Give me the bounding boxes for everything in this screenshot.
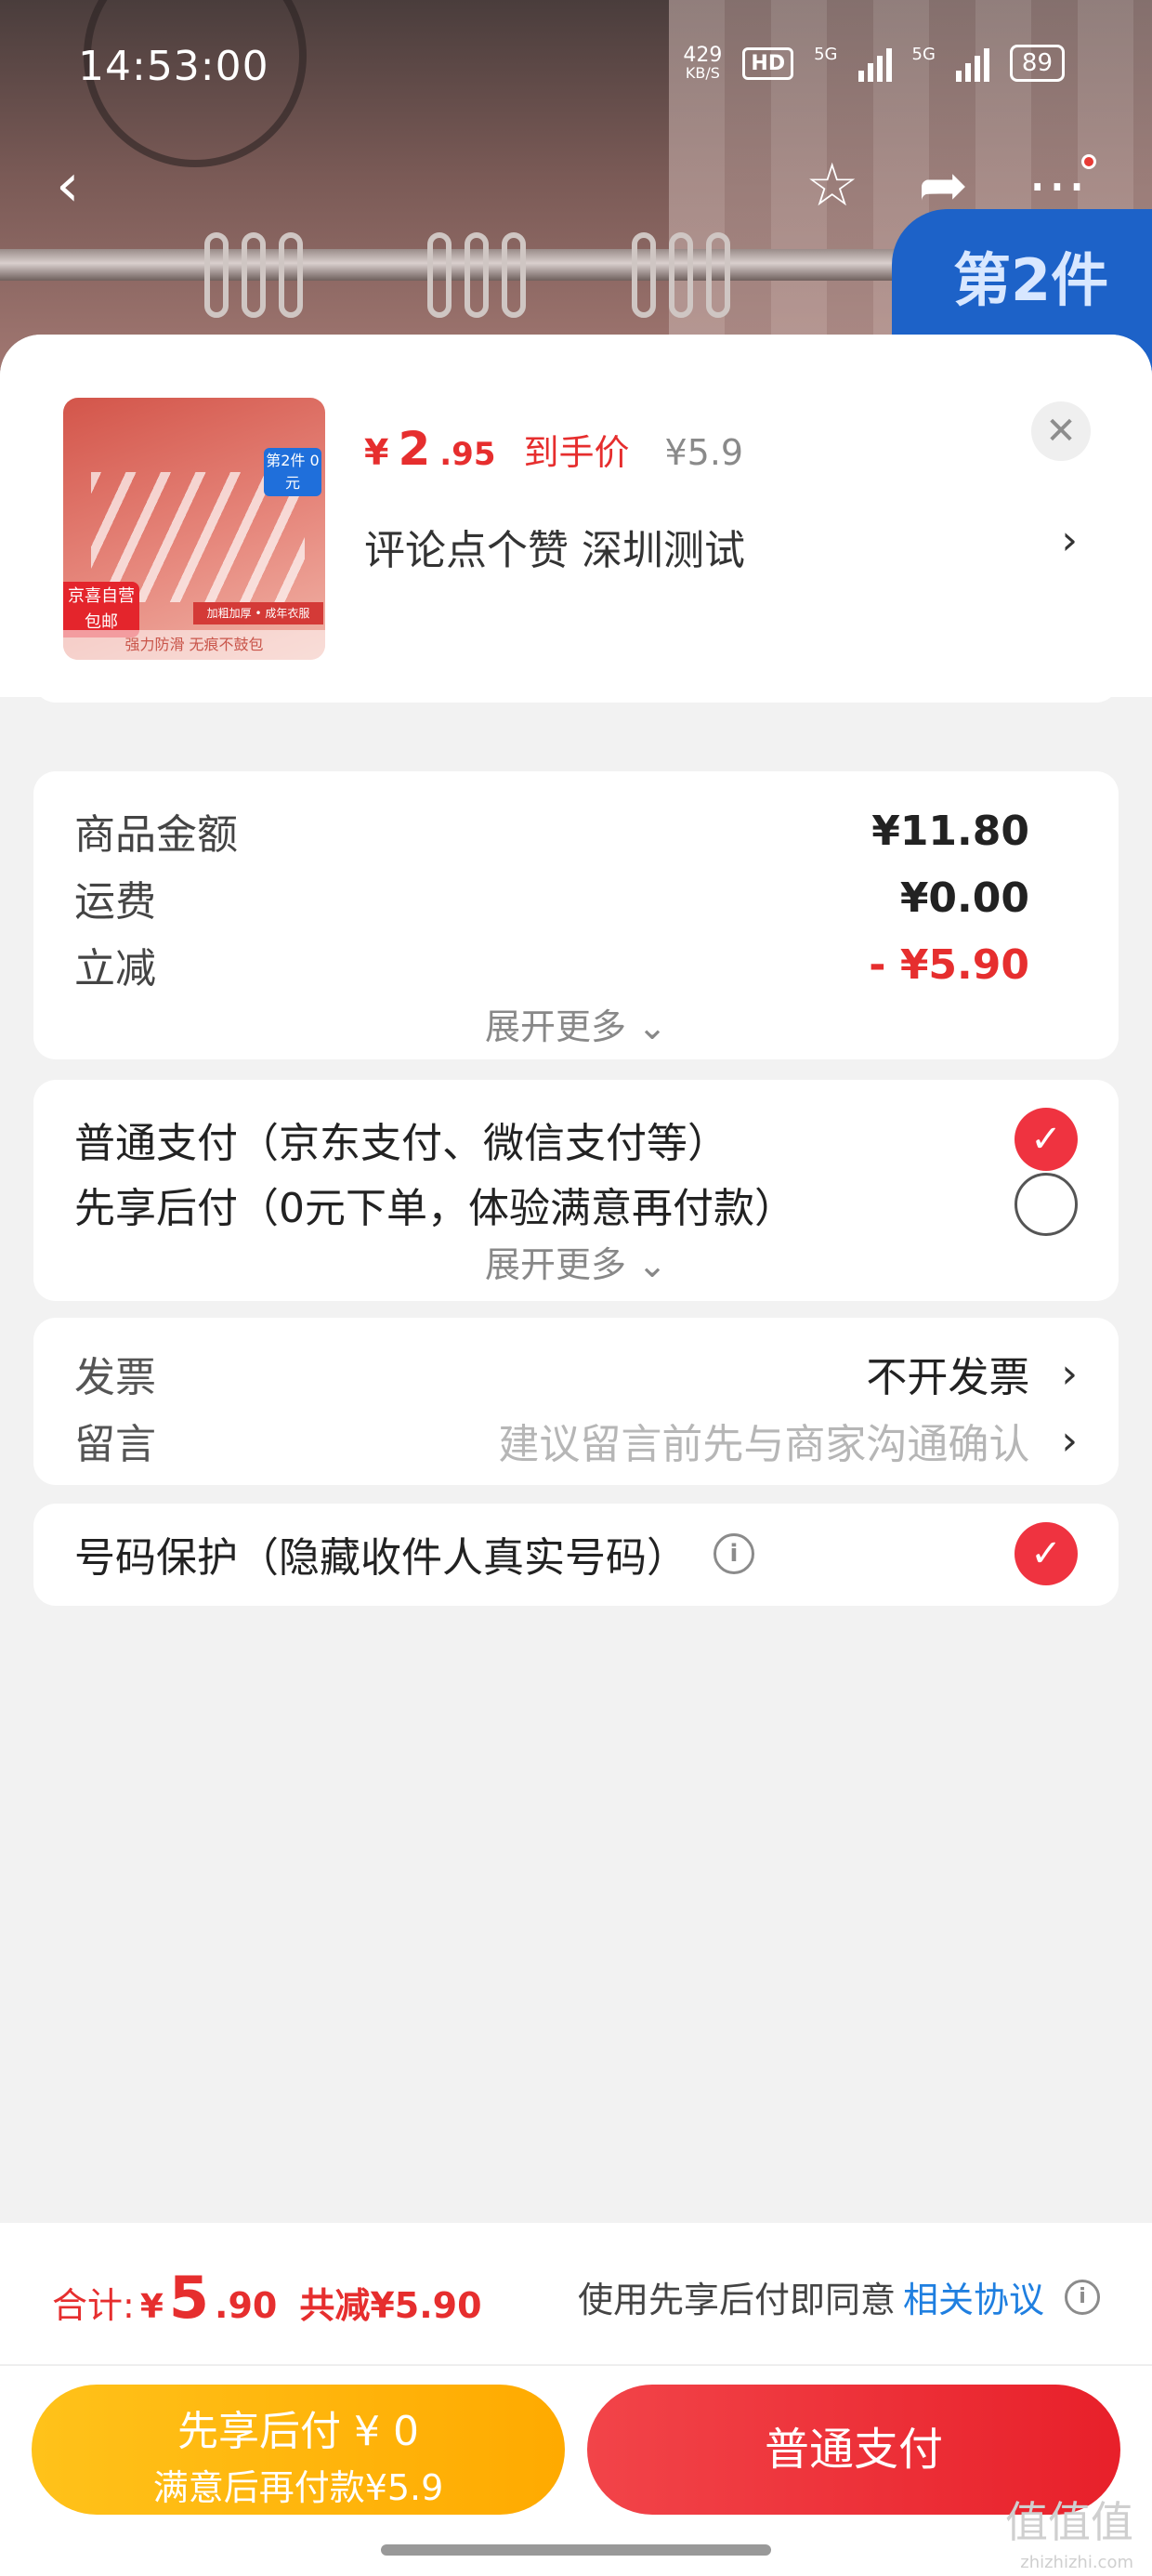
thumb-feature-strip: 加粗加厚 • 成年衣服 [193, 602, 323, 624]
status-time: 14:53:00 [78, 43, 269, 90]
price-symbol: ¥ [364, 432, 389, 473]
price-decimal: .95 [439, 436, 496, 473]
checked-icon[interactable]: ✓ [1015, 1522, 1078, 1585]
invoice-label: 发票 [74, 1354, 156, 1401]
arrival-price-label: 到手价 [523, 432, 630, 473]
hero-hanger [669, 232, 693, 318]
signal-icon-2 [955, 45, 989, 82]
agreement-line: 使用先享后付即同意 相关协议 i [578, 2271, 1100, 2322]
net-speed-value: 429 [683, 44, 723, 67]
discount-label: 立减 [74, 945, 156, 992]
product-summary: 第2件 0元 加粗加厚 • 成年衣服 京喜自营 包邮 强力防滑 无痕不鼓包 ¥ … [0, 335, 1152, 697]
status-bar: 14:53:00 429 KB/S HD 5G 5G 89 [0, 0, 1152, 139]
net-speed-unit: KB/S [685, 64, 720, 82]
payment-option-normal[interactable]: 普通支付（京东支付、微信支付等） ✓ [74, 1108, 1078, 1171]
phone-protect-card: 号码保护（隐藏收件人真实号码） i ✓ [33, 1504, 1119, 1606]
agreement-link[interactable]: 相关协议 [903, 2271, 1044, 2322]
price-integer: 2 [398, 422, 431, 476]
price-line: ¥ 2 .95 到手价 ¥5.9 [364, 422, 743, 476]
hero-hanger [465, 232, 489, 318]
watermark-text: 值值值 [1005, 2497, 1133, 2547]
signal-5g-label: 5G [814, 45, 838, 64]
total-line: 合计: ¥ 5 .90 共减¥5.90 [52, 2264, 482, 2332]
thumb-promo-tag: 第2件 0元 [264, 448, 321, 496]
payment-option-label: 先享后付（0元下单，体验满意再付款） [74, 1185, 795, 1232]
invoice-row[interactable]: 发票 不开发票 › [74, 1344, 1078, 1403]
notification-dot [1081, 154, 1096, 169]
invoice-card: 发票 不开发票 › 留言 建议留言前先与商家沟通确认 › [33, 1318, 1119, 1485]
thumb-slogan-strip: 强力防滑 无痕不鼓包 [63, 630, 325, 660]
hd-icon: HD [742, 46, 794, 80]
home-indicator[interactable] [381, 2544, 771, 2556]
discount-row: 立减 - ¥5.90 [74, 935, 1029, 994]
payment-card: 普通支付（京东支付、微信支付等） ✓ 先享后付（0元下单，体验满意再付款） 展开… [33, 1080, 1119, 1301]
info-icon[interactable]: i [1065, 2279, 1100, 2315]
hero-hanger [204, 232, 229, 318]
hero-hanger [706, 232, 730, 318]
address-card-stub [33, 669, 1119, 703]
close-icon[interactable]: ✕ [1031, 401, 1091, 461]
net-speed: 429 KB/S [683, 46, 722, 81]
normal-pay-button[interactable]: 普通支付 [587, 2385, 1120, 2515]
hero-hanger [632, 232, 656, 318]
amount-card: 商品金额 ¥11.80 运费 ¥0.00 立减 - ¥5.90 展开更多 ⌄ [33, 771, 1119, 1059]
status-icons: 429 KB/S HD 5G 5G 89 [683, 45, 1065, 82]
thumb-free-shipping-tag: 京喜自营 包邮 [63, 582, 139, 637]
phone-protect-label: 号码保护（隐藏收件人真实号码） [74, 1534, 687, 1582]
watermark-subtext: zhizhizhi.com [1020, 2553, 1133, 2572]
watermark: 值值值 zhizhizhi.com [1005, 2501, 1133, 2576]
message-row[interactable]: 留言 建议留言前先与商家沟通确认 › [74, 1411, 1078, 1470]
payment-option-label: 普通支付（京东支付、微信支付等） [74, 1120, 728, 1167]
original-price: ¥5.9 [664, 432, 744, 473]
favorite-star-icon[interactable]: ☆ [805, 149, 858, 223]
amount-expand-more[interactable]: 展开更多 ⌄ [33, 998, 1119, 1049]
hero-hanger [279, 232, 303, 318]
discount-value: - ¥5.90 [869, 940, 1029, 989]
signal-icon [857, 45, 892, 82]
nav-actions: ☆ ➦ ⋯ [805, 149, 1096, 223]
phone-protect-row[interactable]: 号码保护（隐藏收件人真实号码） i ✓ [74, 1522, 1078, 1585]
amount-label: 商品金额 [74, 811, 238, 859]
total-saved: 共减¥5.90 [299, 2285, 482, 2326]
amount-row: 商品金额 ¥11.80 [74, 801, 1029, 861]
payment-option-pay-later[interactable]: 先享后付（0元下单，体验满意再付款） [74, 1173, 1078, 1236]
back-icon[interactable]: ‹ [56, 149, 111, 223]
shipping-value: ¥0.00 [899, 874, 1029, 922]
share-icon[interactable]: ➦ [918, 149, 968, 223]
total-label: 合计: [52, 2285, 135, 2326]
pay-later-subtitle: 满意后再付款¥5.9 [152, 2467, 444, 2508]
payment-expand-more[interactable]: 展开更多 ⌄ [33, 1236, 1119, 1287]
more-icon[interactable]: ⋯ [1028, 149, 1096, 223]
hero-hanger [242, 232, 266, 318]
divider [0, 2364, 1152, 2366]
checkout-page: 第2件 14:53:00 429 KB/S HD 5G 5G 89 ‹ ☆ ➦ … [0, 0, 1152, 2576]
chevron-right-icon[interactable]: › [1061, 517, 1078, 564]
hero-hanger [427, 232, 452, 318]
message-label: 留言 [74, 1421, 156, 1468]
invoice-value: 不开发票 [866, 1354, 1030, 1401]
shipping-label: 运费 [74, 878, 156, 926]
pay-later-button[interactable]: 先享后付 ¥ 0 满意后再付款¥5.9 [32, 2385, 565, 2515]
product-spec[interactable]: 评论点个赞 深圳测试 [364, 517, 745, 576]
agreement-text: 使用先享后付即同意 [577, 2280, 896, 2320]
checkout-bar: 合计: ¥ 5 .90 共减¥5.90 使用先享后付即同意 相关协议 i 先享后… [0, 2223, 1152, 2576]
product-thumbnail[interactable]: 第2件 0元 加粗加厚 • 成年衣服 京喜自营 包邮 强力防滑 无痕不鼓包 [63, 398, 325, 660]
total-symbol: ¥ [139, 2288, 164, 2326]
total-decimal: .90 [215, 2285, 278, 2326]
total-integer: 5 [168, 2264, 210, 2332]
chevron-right-icon: › [1061, 1416, 1078, 1465]
unchecked-radio-icon[interactable] [1015, 1173, 1078, 1236]
battery-icon: 89 [1009, 45, 1065, 82]
checked-icon[interactable]: ✓ [1015, 1108, 1078, 1171]
amount-value: ¥11.80 [871, 807, 1029, 855]
shipping-row: 运费 ¥0.00 [74, 868, 1029, 927]
message-placeholder: 建议留言前先与商家沟通确认 [498, 1421, 1030, 1468]
chevron-right-icon: › [1061, 1349, 1078, 1398]
pay-later-title: 先享后付 ¥ 0 [177, 2408, 419, 2455]
hero-hanger [502, 232, 526, 318]
signal-5g-label-2: 5G [911, 45, 936, 64]
info-icon[interactable]: i [713, 1533, 754, 1574]
